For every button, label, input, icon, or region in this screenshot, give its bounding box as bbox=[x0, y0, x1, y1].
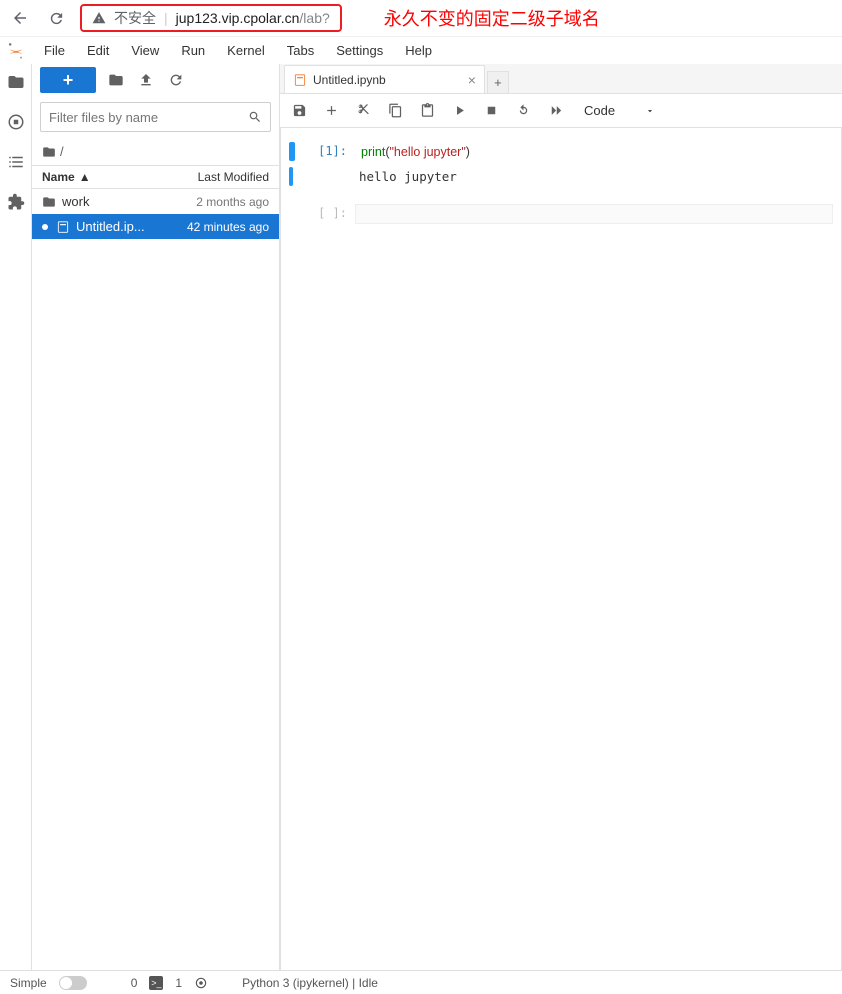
paste-icon[interactable] bbox=[418, 102, 436, 120]
column-modified[interactable]: Last Modified bbox=[198, 170, 269, 184]
file-row-folder[interactable]: work 2 months ago bbox=[32, 189, 279, 214]
menu-kernel[interactable]: Kernel bbox=[217, 39, 275, 62]
activity-toc-icon[interactable] bbox=[4, 150, 28, 174]
status-count1: 1 bbox=[175, 976, 182, 990]
copy-icon[interactable] bbox=[386, 102, 404, 120]
dirty-indicator-icon bbox=[42, 224, 48, 230]
security-label: 不安全 bbox=[114, 8, 156, 28]
empty-code-cell[interactable]: [ ]: bbox=[289, 204, 833, 224]
tab-notebook[interactable]: Untitled.ipynb × bbox=[284, 65, 485, 93]
output-prompt bbox=[303, 167, 353, 186]
menu-settings[interactable]: Settings bbox=[326, 39, 393, 62]
cell-type-dropdown[interactable]: Code bbox=[578, 101, 661, 120]
cell-collapse-bar[interactable] bbox=[289, 142, 295, 161]
file-modified: 2 months ago bbox=[196, 195, 269, 209]
url-bar[interactable]: 不安全 | jup123.vip.cpolar.cn/lab? bbox=[80, 4, 342, 32]
input-prompt: [1]: bbox=[305, 142, 355, 161]
activity-extensions-icon[interactable] bbox=[4, 190, 28, 214]
status-simple-label: Simple bbox=[10, 976, 47, 990]
breadcrumb-root: / bbox=[60, 144, 64, 159]
url-path: /lab? bbox=[299, 10, 329, 26]
breadcrumb[interactable]: / bbox=[32, 138, 279, 165]
activity-running-icon[interactable] bbox=[4, 110, 28, 134]
file-modified: 42 minutes ago bbox=[187, 220, 269, 234]
refresh-icon[interactable] bbox=[166, 70, 186, 90]
menu-run[interactable]: Run bbox=[171, 39, 215, 62]
menu-edit[interactable]: Edit bbox=[77, 39, 119, 62]
terminal-icon[interactable]: >_ bbox=[149, 976, 163, 990]
notebook-icon bbox=[293, 73, 307, 87]
upload-icon[interactable] bbox=[136, 70, 156, 90]
simple-mode-toggle[interactable] bbox=[59, 976, 87, 990]
cut-icon[interactable] bbox=[354, 102, 372, 120]
url-domain: jup123.vip.cpolar.cn bbox=[176, 10, 300, 26]
annotation-text: 永久不变的固定二级子域名 bbox=[384, 5, 600, 31]
reload-button[interactable] bbox=[44, 6, 68, 30]
warning-icon bbox=[92, 11, 106, 25]
status-kernel[interactable]: Python 3 (ipykernel) | Idle bbox=[242, 976, 378, 990]
column-name[interactable]: Name ▲ bbox=[42, 170, 198, 184]
file-name: Untitled.ip... bbox=[76, 219, 145, 234]
folder-icon bbox=[42, 195, 56, 209]
jupyter-logo-icon bbox=[6, 41, 26, 61]
restart-run-all-icon[interactable] bbox=[546, 102, 564, 120]
save-icon[interactable] bbox=[290, 102, 308, 120]
back-button[interactable] bbox=[8, 6, 32, 30]
tab-close-icon[interactable]: × bbox=[468, 72, 476, 88]
new-launcher-button[interactable]: + bbox=[40, 67, 96, 93]
notebook-icon bbox=[56, 220, 70, 234]
chevron-down-icon bbox=[645, 106, 655, 116]
search-icon bbox=[248, 110, 262, 124]
status-count0: 0 bbox=[131, 976, 138, 990]
activity-files-icon[interactable] bbox=[4, 70, 28, 94]
menu-help[interactable]: Help bbox=[395, 39, 442, 62]
kernel-busy-icon[interactable] bbox=[194, 976, 208, 990]
code-cell[interactable]: [1]: print("hello jupyter") bbox=[289, 142, 833, 161]
menu-tabs[interactable]: Tabs bbox=[277, 39, 324, 62]
output-cell: hello jupyter bbox=[289, 167, 833, 186]
cell-collapse-bar[interactable] bbox=[289, 167, 293, 186]
filter-input[interactable] bbox=[49, 110, 248, 125]
menu-file[interactable]: File bbox=[34, 39, 75, 62]
file-name: work bbox=[62, 194, 89, 209]
code-input[interactable] bbox=[355, 204, 833, 224]
cell-output: hello jupyter bbox=[353, 167, 833, 186]
folder-icon bbox=[42, 145, 56, 159]
restart-icon[interactable] bbox=[514, 102, 532, 120]
filter-input-box[interactable] bbox=[40, 102, 271, 132]
new-folder-icon[interactable] bbox=[106, 70, 126, 90]
code-input[interactable]: print("hello jupyter") bbox=[355, 142, 833, 161]
tab-title: Untitled.ipynb bbox=[313, 73, 386, 87]
run-icon[interactable] bbox=[450, 102, 468, 120]
sort-asc-icon: ▲ bbox=[79, 170, 91, 184]
menu-view[interactable]: View bbox=[121, 39, 169, 62]
file-row-notebook[interactable]: Untitled.ip... 42 minutes ago bbox=[32, 214, 279, 239]
tab-add-button[interactable]: + bbox=[487, 71, 509, 93]
input-prompt: [ ]: bbox=[305, 204, 355, 224]
interrupt-icon[interactable] bbox=[482, 102, 500, 120]
insert-cell-icon[interactable] bbox=[322, 102, 340, 120]
